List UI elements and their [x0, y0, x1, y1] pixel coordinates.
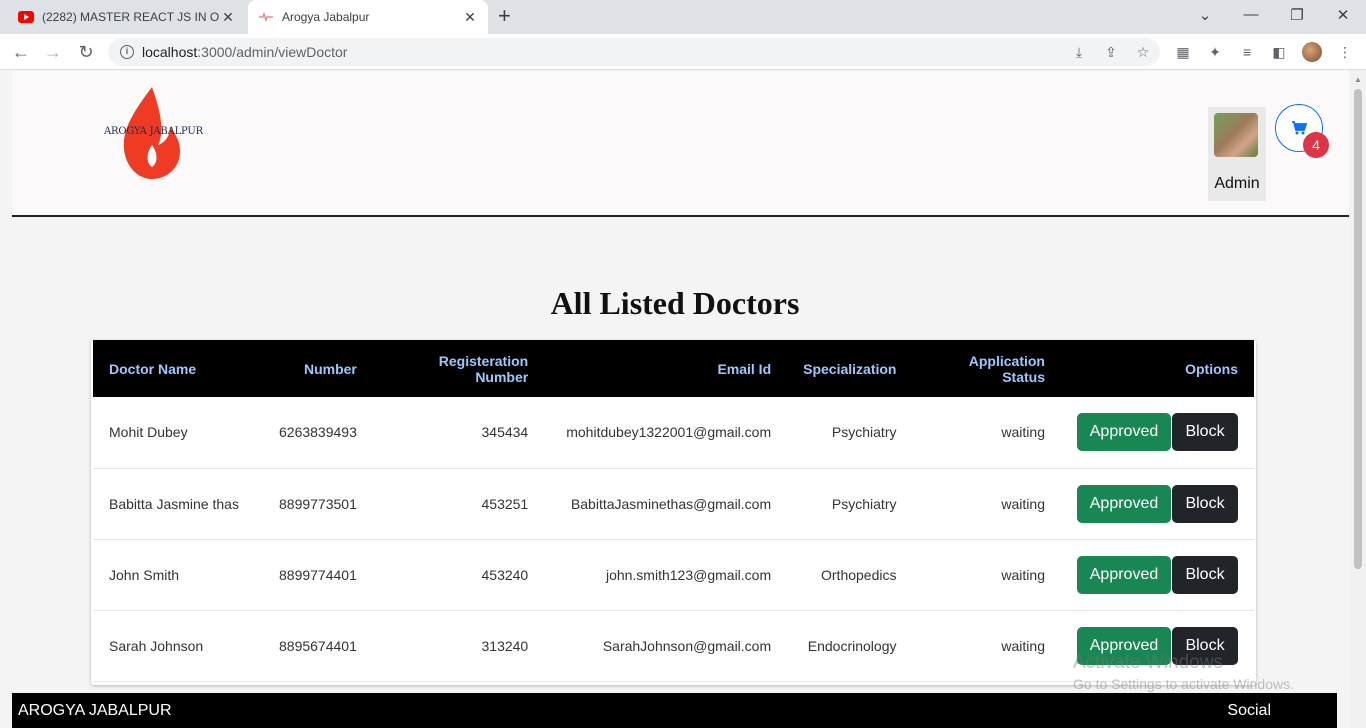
forward-icon[interactable]: →	[42, 41, 64, 63]
doctors-table: Doctor Name Number Registeration Number …	[93, 340, 1254, 682]
col-doctor-name: Doctor Name	[109, 360, 197, 377]
footer-brand: AROGYA JABALPUR	[18, 702, 172, 719]
tab-search-chevron-icon[interactable]: ⌄	[1195, 6, 1215, 24]
doctor-name: Babitta Jasmine thas	[109, 495, 239, 512]
doctor-number: 8895674401	[279, 637, 357, 654]
doctor-options: Approved Block	[1061, 397, 1254, 468]
table-row: John Smith 8899774401 453240 john.smith1…	[93, 539, 1254, 610]
extensions-puzzle-icon[interactable]: ✦	[1205, 42, 1225, 62]
page-scrollbar[interactable]: ▲	[1350, 71, 1366, 728]
url-path: :3000/admin/viewDoctor	[197, 44, 348, 60]
doctor-specialization: Orthopedics	[821, 566, 897, 583]
col-reg-number: Registeration Number	[438, 352, 529, 385]
doctor-status: waiting	[1001, 637, 1045, 654]
address-bar[interactable]: i localhost:3000/admin/viewDoctor	[108, 38, 1160, 66]
approve-button[interactable]: Approved	[1077, 555, 1171, 594]
doctor-email: mohitdubey1322001@gmail.com	[566, 424, 772, 441]
cart-count-badge: 4	[1303, 132, 1329, 158]
col-status: Application Status	[968, 352, 1045, 385]
col-email: Email Id	[717, 360, 772, 377]
side-panel-icon[interactable]: ◧	[1269, 42, 1289, 62]
doctor-specialization: Psychiatry	[831, 495, 897, 512]
doctor-status: waiting	[1001, 495, 1045, 512]
tab-arogya[interactable]: Arogya Jabalpur ✕	[248, 0, 488, 34]
doctor-name: John Smith	[109, 566, 180, 583]
url-host: localhost	[142, 44, 198, 60]
reload-icon[interactable]: ↻	[75, 41, 97, 63]
youtube-icon	[18, 11, 34, 23]
doctor-options: Approved Block	[1061, 539, 1254, 610]
doctor-email: john.smith123@gmail.com	[605, 566, 772, 583]
minimize-icon[interactable]: —	[1241, 6, 1261, 23]
extension-calendar-icon[interactable]: ▦	[1173, 42, 1193, 62]
admin-avatar	[1214, 113, 1258, 157]
doctor-name: Sarah Johnson	[109, 637, 204, 654]
activate-windows-hint: Go to Settings to activate Windows.	[1073, 676, 1294, 692]
doctor-options: Approved Block	[1061, 468, 1254, 539]
site-header: AROGYA JABALPUR Admin 4	[12, 71, 1349, 217]
doctor-email: SarahJohnson@gmail.com	[602, 637, 772, 654]
col-number: Number	[303, 360, 357, 377]
tab-title: Arogya Jabalpur	[282, 10, 370, 24]
approve-button[interactable]: Approved	[1077, 413, 1171, 452]
col-options: Options	[1185, 360, 1238, 377]
footer-social-link[interactable]: Social	[1227, 702, 1271, 720]
approve-button[interactable]: Approved	[1077, 484, 1171, 523]
table-row: Mohit Dubey 6263839493 345434 mohitdubey…	[93, 397, 1254, 468]
doctor-reg-number: 453251	[481, 495, 529, 512]
block-button[interactable]: Block	[1172, 413, 1238, 452]
doctor-status: waiting	[1001, 566, 1045, 583]
restore-icon[interactable]: ❐	[1287, 6, 1307, 24]
activate-windows-watermark: Activate Windows	[1073, 652, 1223, 673]
menu-kebab-icon[interactable]: ⋮	[1335, 42, 1355, 62]
browser-toolbar: ← → ↻ i localhost:3000/admin/viewDoctor …	[0, 34, 1366, 70]
doctors-table-card: Doctor Name Number Registeration Number …	[91, 340, 1256, 685]
back-icon[interactable]: ←	[10, 41, 32, 63]
doctor-number: 6263839493	[279, 424, 357, 441]
doctor-specialization: Endocrinology	[807, 637, 897, 654]
doctor-reg-number: 313240	[481, 637, 529, 654]
doctor-reg-number: 453240	[481, 566, 529, 583]
page-viewport: AROGYA JABALPUR Admin 4 All Listed Docto…	[0, 71, 1350, 728]
bookmark-star-icon[interactable]: ☆	[1133, 42, 1153, 62]
tab-title: (2282) MASTER REACT JS IN ONE	[42, 10, 220, 24]
admin-label: Admin	[1214, 175, 1260, 192]
doctor-status: waiting	[1001, 424, 1045, 441]
col-specialization: Specialization	[803, 360, 897, 377]
block-button[interactable]: Block	[1172, 484, 1238, 523]
logo-text: AROGYA JABALPUR	[104, 126, 203, 137]
table-header-row: Doctor Name Number Registeration Number …	[93, 340, 1254, 397]
profile-avatar[interactable]	[1302, 42, 1322, 62]
media-control-icon[interactable]: ≡	[1237, 42, 1257, 62]
table-row: Babitta Jasmine thas 8899773501 453251 B…	[93, 468, 1254, 539]
close-tab-icon[interactable]: ✕	[462, 9, 478, 26]
window-close-icon[interactable]: ✕	[1333, 6, 1353, 24]
close-tab-icon[interactable]: ✕	[220, 9, 236, 26]
page-title: All Listed Doctors	[550, 285, 800, 321]
browser-tabstrip: (2282) MASTER REACT JS IN ONE ✕ Arogya J…	[0, 0, 1366, 34]
site-info-icon[interactable]: i	[120, 45, 134, 59]
doctor-number: 8899773501	[279, 495, 357, 512]
doctor-name: Mohit Dubey	[109, 424, 188, 441]
doctor-email: BabittaJasminethas@gmail.com	[570, 495, 772, 512]
share-icon[interactable]: ⇪	[1101, 42, 1121, 62]
tab-youtube[interactable]: (2282) MASTER REACT JS IN ONE ✕	[8, 0, 246, 34]
admin-profile[interactable]: Admin	[1208, 107, 1266, 201]
new-tab-icon[interactable]: +	[498, 5, 511, 27]
site-footer: AROGYA JABALPUR Social	[12, 693, 1337, 728]
doctor-number: 8899774401	[279, 566, 357, 583]
cart-icon	[1292, 120, 1308, 135]
scrollbar-thumb[interactable]	[1354, 89, 1362, 569]
block-button[interactable]: Block	[1172, 555, 1238, 594]
site-favicon-icon	[259, 12, 273, 22]
scroll-up-icon[interactable]: ▲	[1354, 75, 1362, 84]
doctor-reg-number: 345434	[481, 424, 529, 441]
install-icon[interactable]: ⤓	[1069, 42, 1089, 62]
doctor-specialization: Psychiatry	[831, 424, 897, 441]
